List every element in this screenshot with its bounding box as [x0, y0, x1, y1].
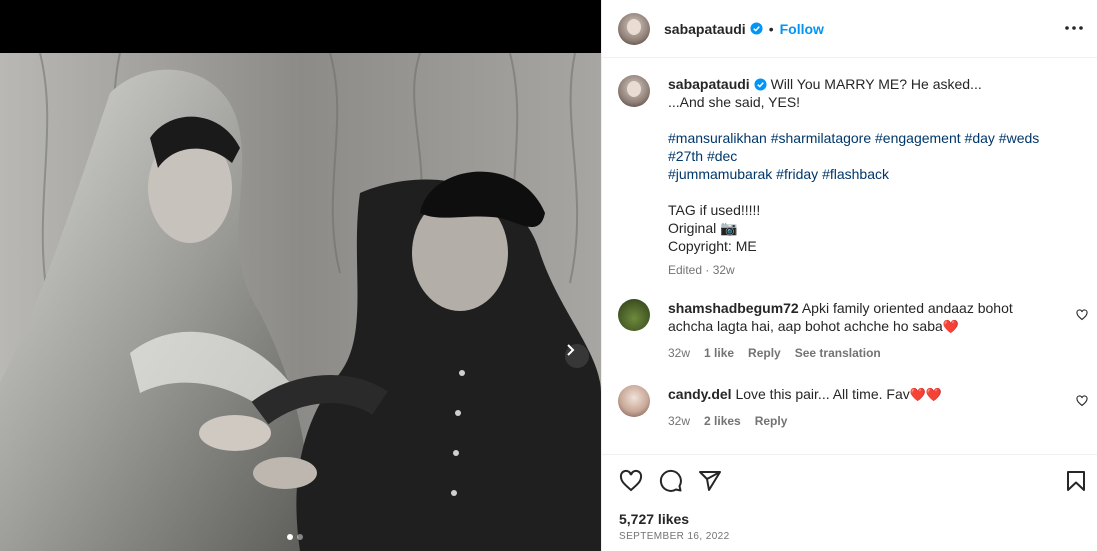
comment-emoji: ❤️❤️ — [909, 387, 943, 402]
carousel-dot-active — [287, 534, 293, 540]
comment-item: candy.del Love this pair... All time. Fa… — [618, 385, 1088, 430]
separator-dot: • — [768, 20, 774, 37]
caption-line-1: Will You MARRY ME? He asked... — [770, 76, 982, 92]
caption-avatar[interactable] — [618, 75, 650, 107]
caption-username[interactable]: sabapataudi — [668, 76, 750, 92]
likes-count[interactable]: 5,727 likes — [619, 511, 689, 527]
engagement-photo — [0, 53, 601, 551]
comment-likes[interactable]: 2 likes — [704, 412, 741, 430]
commenter-username[interactable]: candy.del — [668, 386, 732, 402]
post-details-panel: sabapataudi • Follow sabapataudi Will Yo… — [601, 0, 1097, 551]
hashtag[interactable]: #27th — [668, 148, 703, 164]
comment-icon[interactable] — [659, 469, 683, 493]
comment-text: Love this pair... All time. Fav — [735, 386, 910, 402]
caption-line-5: Copyright: ME — [668, 238, 757, 254]
hashtag[interactable]: #friday — [776, 166, 818, 182]
post-actions-bar — [602, 454, 1097, 510]
comment-time: 32w — [668, 414, 691, 428]
post-media — [0, 0, 601, 551]
carousel-indicator — [287, 534, 303, 540]
chevron-right-icon — [567, 344, 575, 356]
commenter-avatar[interactable] — [618, 299, 650, 331]
hashtag[interactable]: #day — [965, 130, 995, 146]
more-options-button[interactable] — [1064, 18, 1084, 38]
verified-badge-icon — [754, 78, 767, 91]
commenter-username[interactable]: shamshadbegum72 — [668, 300, 799, 316]
reply-button[interactable]: Reply — [755, 412, 788, 430]
next-image-button[interactable] — [565, 344, 589, 368]
comment-emoji: ❤️ — [942, 319, 959, 334]
verified-badge-icon — [750, 22, 763, 35]
hashtag[interactable]: #sharmilatagore — [771, 130, 871, 146]
commenter-avatar[interactable] — [618, 385, 650, 417]
caption-meta: Edited · 32w — [668, 263, 735, 277]
comment-likes[interactable]: 1 like — [704, 344, 734, 362]
bookmark-icon[interactable] — [1064, 469, 1088, 493]
heart-icon[interactable] — [1076, 309, 1088, 321]
post-date: SEPTEMBER 16, 2022 — [619, 531, 730, 542]
heart-icon[interactable] — [619, 469, 643, 493]
comment-item: shamshadbegum72 Apki family oriented and… — [618, 299, 1088, 362]
author-avatar[interactable] — [618, 12, 650, 45]
comments-section[interactable]: sabapataudi Will You MARRY ME? He asked.… — [602, 59, 1097, 454]
hashtag[interactable]: #jummamubarak — [668, 166, 772, 182]
share-icon[interactable] — [698, 469, 722, 493]
follow-button[interactable]: Follow — [780, 21, 824, 37]
post-caption: sabapataudi Will You MARRY ME? He asked.… — [618, 75, 1078, 279]
caption-line-4: Original 📷 — [668, 220, 738, 236]
hashtag[interactable]: #flashback — [822, 166, 889, 182]
hashtag[interactable]: #engagement — [875, 130, 961, 146]
more-options-icon — [1065, 26, 1083, 30]
post-header: sabapataudi • Follow — [602, 0, 1097, 58]
heart-icon[interactable] — [1076, 395, 1088, 407]
post-photo[interactable] — [0, 53, 601, 551]
author-username[interactable]: sabapataudi — [664, 21, 746, 37]
comment-time: 32w — [668, 346, 691, 360]
hashtag[interactable]: #mansuralikhan — [668, 130, 767, 146]
hashtag[interactable]: #dec — [707, 148, 737, 164]
caption-line-2: ...And she said, YES! — [668, 94, 801, 110]
hashtag[interactable]: #weds — [999, 130, 1039, 146]
caption-line-3: TAG if used!!!!! — [668, 202, 761, 218]
carousel-dot — [297, 534, 303, 540]
reply-button[interactable]: Reply — [748, 344, 781, 362]
see-translation-button[interactable]: See translation — [795, 344, 881, 362]
